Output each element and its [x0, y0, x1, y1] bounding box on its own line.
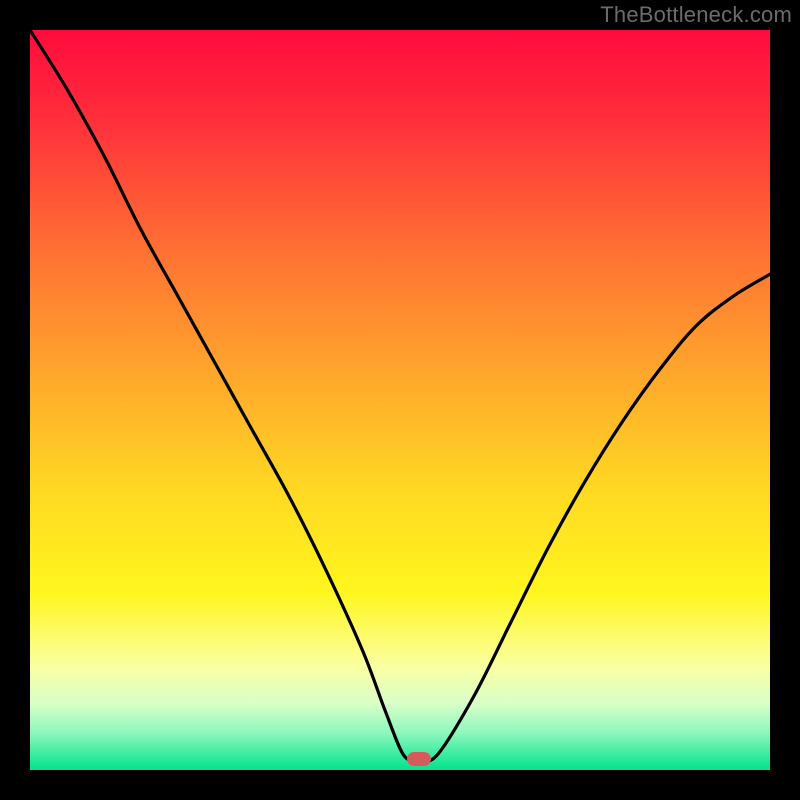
bottleneck-curve — [30, 30, 770, 770]
watermark-text: TheBottleneck.com — [600, 2, 792, 28]
plot-area — [30, 30, 770, 770]
optimal-point-marker — [407, 752, 431, 766]
chart-frame: TheBottleneck.com — [0, 0, 800, 800]
